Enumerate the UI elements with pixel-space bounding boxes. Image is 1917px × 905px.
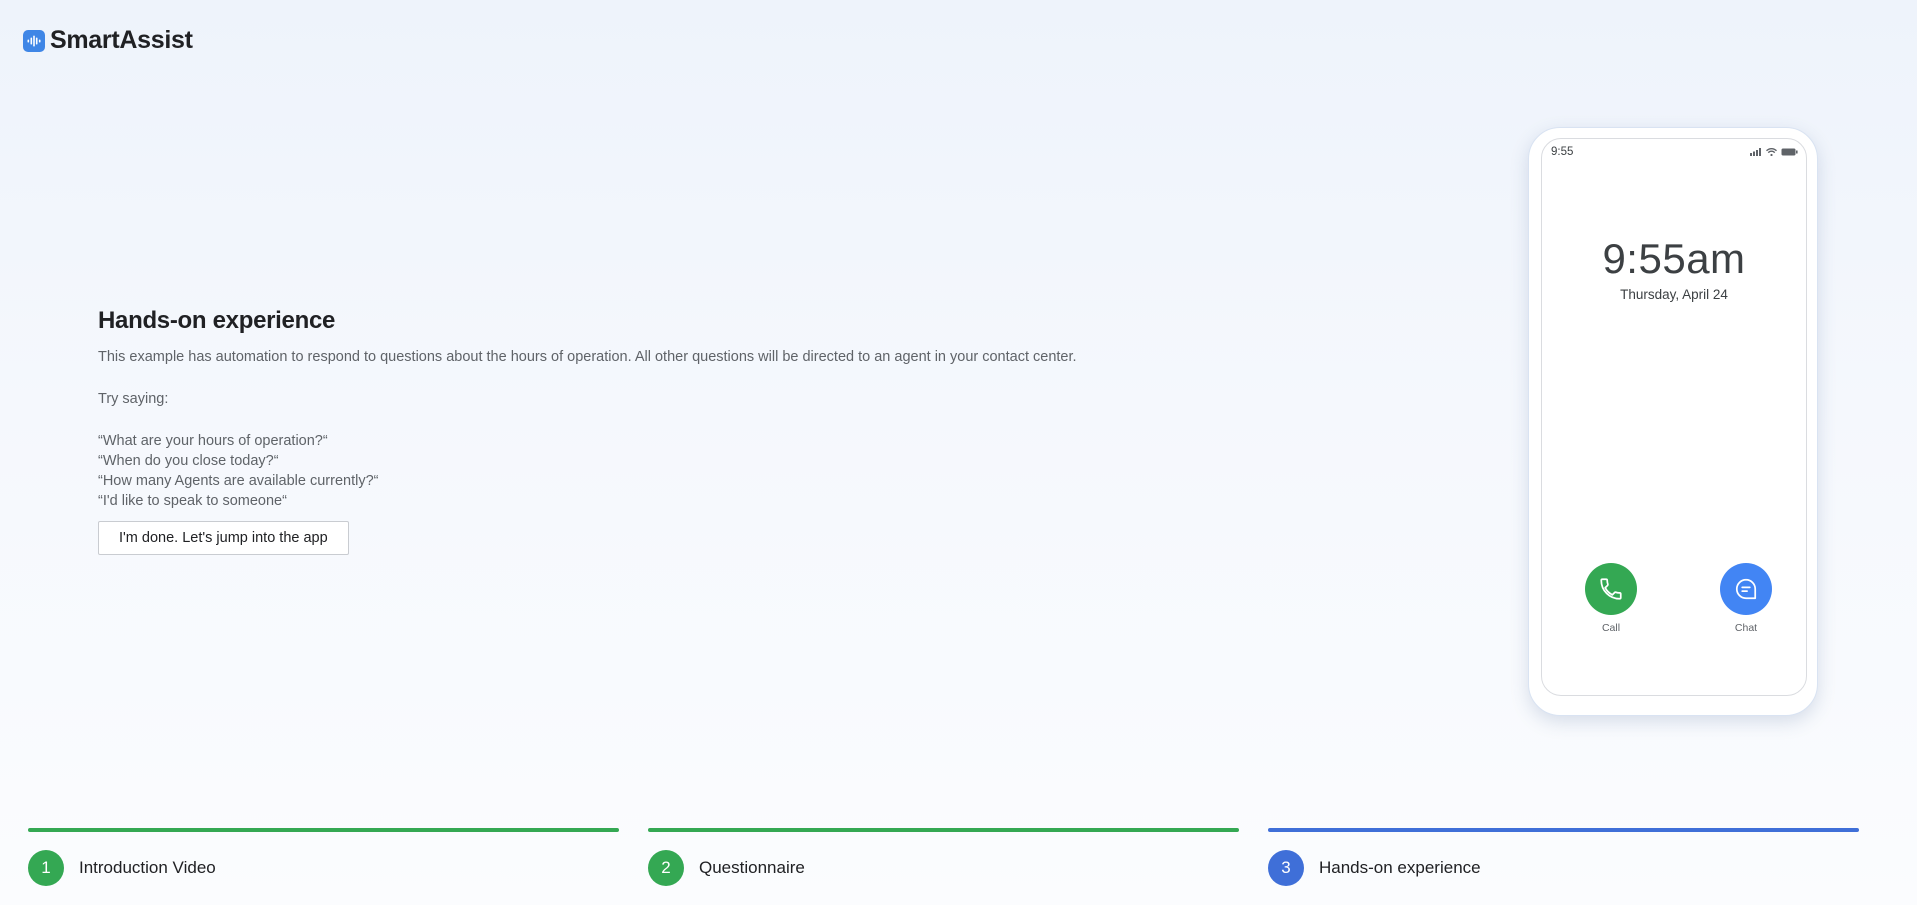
lock-screen-date: Thursday, April 24: [1620, 287, 1728, 302]
phone-mockup: 9:55 9:55am Thursday, April 24 Call Chat: [1528, 127, 1818, 716]
call-label: Call: [1601, 622, 1621, 634]
example-phrase: “How many Agents are available currently…: [98, 473, 379, 489]
step-hands-on-experience[interactable]: 3 Hands-on experience: [1268, 828, 1859, 886]
chat-label: Chat: [1734, 622, 1758, 634]
page-title: Hands-on experience: [98, 307, 336, 334]
example-phrase: “What are your hours of operation?“: [98, 433, 328, 449]
step-number: 1: [28, 850, 64, 886]
lock-screen-clock: 9:55am: [1602, 235, 1746, 282]
main-content: Hands-on experience This example has aut…: [98, 307, 1078, 555]
step-introduction-video[interactable]: 1 Introduction Video: [28, 828, 619, 886]
step-progress-bar: [28, 828, 619, 832]
phone-icon: [1600, 578, 1622, 600]
step-label: Introduction Video: [79, 858, 216, 877]
page-description: This example has automation to respond t…: [98, 349, 1077, 365]
call-button[interactable]: [1585, 563, 1637, 615]
step-label: Questionnaire: [699, 858, 805, 877]
chat-button[interactable]: [1720, 563, 1772, 615]
step-number: 3: [1268, 850, 1304, 886]
wifi-icon: [1766, 148, 1777, 156]
signal-icon: [1750, 148, 1761, 156]
step-label: Hands-on experience: [1319, 858, 1481, 877]
chat-action: Chat: [1716, 563, 1776, 634]
phone-status-bar: 9:55: [1551, 146, 1798, 158]
chat-bubble-icon: [1735, 578, 1757, 600]
battery-icon: [1781, 148, 1798, 156]
step-number: 2: [648, 850, 684, 886]
try-saying-label: Try saying:: [98, 391, 169, 407]
app-logo[interactable]: SmartAssist: [23, 26, 193, 55]
step-progress-bar: [648, 828, 1239, 832]
waveform-icon: [23, 29, 45, 52]
phone-screen: 9:55 9:55am Thursday, April 24 Call Chat: [1541, 138, 1807, 696]
jump-into-app-button[interactable]: I'm done. Let's jump into the app: [98, 521, 349, 555]
step-progress-bar: [1268, 828, 1859, 832]
example-phrases: “What are your hours of operation?“ “Whe…: [98, 431, 1078, 511]
example-phrase: “When do you close today?“: [98, 453, 279, 469]
brand-name: SmartAssist: [50, 26, 193, 54]
step-questionnaire[interactable]: 2 Questionnaire: [648, 828, 1239, 886]
call-action: Call: [1581, 563, 1641, 634]
status-time: 9:55: [1551, 146, 1574, 158]
example-phrase: “I'd like to speak to someone“: [98, 493, 287, 509]
